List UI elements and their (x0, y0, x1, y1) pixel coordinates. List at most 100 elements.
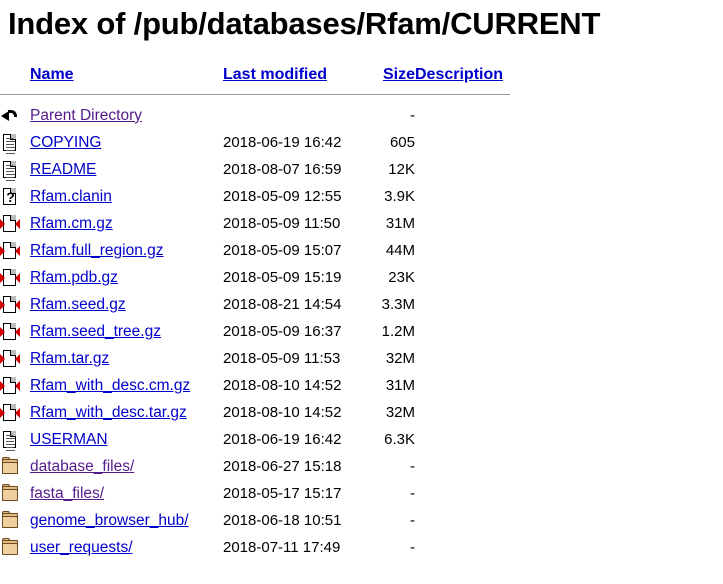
entry-link[interactable]: COPYING (30, 134, 101, 151)
row-name-cell[interactable]: Parent Directory (30, 102, 223, 129)
row-icon-cell (0, 399, 30, 426)
row-name-cell[interactable]: Rfam_with_desc.tar.gz (30, 399, 223, 426)
row-last-modified-cell: 2018-08-10 14:52 (223, 404, 342, 421)
entry-link[interactable]: user_requests/ (30, 539, 133, 556)
row-last-modified-cell: 2018-05-09 12:55 (223, 188, 342, 205)
folder-icon (0, 483, 21, 505)
row-icon-cell (0, 453, 30, 480)
text-file-icon (0, 159, 21, 181)
sort-by-description-link[interactable]: Description (415, 66, 503, 83)
row-last-modified-cell (223, 102, 373, 129)
entry-link[interactable]: USERMAN (30, 431, 108, 448)
header-icon-spacer (0, 60, 30, 90)
row-description-cell (415, 156, 515, 183)
column-header-size[interactable]: Size (373, 60, 415, 90)
entry-link[interactable]: Rfam.pdb.gz (30, 269, 118, 286)
row-name-cell[interactable]: README (30, 156, 223, 183)
row-name-cell[interactable]: database_files/ (30, 453, 223, 480)
entry-link[interactable]: Rfam.seed.gz (30, 296, 126, 313)
compressed-file-icon (0, 348, 21, 370)
header-divider-cell (0, 90, 515, 102)
sort-by-size-link[interactable]: Size (383, 66, 415, 83)
entry-link[interactable]: Rfam_with_desc.cm.gz (30, 377, 190, 394)
row-description-cell (415, 102, 515, 129)
compressed-file-icon (0, 267, 21, 289)
row-name-cell[interactable]: COPYING (30, 129, 223, 156)
row-size-cell: 12K (388, 161, 415, 178)
column-header-description[interactable]: Description (415, 60, 515, 90)
row-size-cell: 1.2M (381, 323, 415, 340)
entry-link[interactable]: database_files/ (30, 458, 134, 475)
header-divider-row (0, 90, 515, 102)
table-row: Rfam.cm.gz 2018-05-09 11:50 31M (0, 210, 515, 237)
back-icon (0, 105, 21, 127)
row-name-cell[interactable]: Rfam.clanin (30, 183, 223, 210)
row-name-cell[interactable]: USERMAN (30, 426, 223, 453)
row-size-cell: 32M (385, 404, 415, 421)
entry-link[interactable]: Rfam.tar.gz (30, 350, 109, 367)
row-last-modified-cell: 2018-06-18 10:51 (223, 512, 342, 529)
row-name-cell[interactable]: user_requests/ (30, 534, 223, 561)
row-size-cell: - (410, 107, 415, 124)
row-last-modified-cell: 2018-06-27 15:18 (223, 458, 342, 475)
row-icon-cell (0, 102, 30, 129)
row-name-cell[interactable]: Rfam.pdb.gz (30, 264, 223, 291)
row-description-cell (415, 372, 515, 399)
table-row: README 2018-08-07 16:59 12K (0, 156, 515, 183)
row-name-cell[interactable]: Rfam.cm.gz (30, 210, 223, 237)
table-header-row: Name Last modified Size Description (0, 60, 515, 90)
row-last-modified-cell: 2018-05-17 15:17 (223, 485, 342, 502)
entry-link[interactable]: Rfam.clanin (30, 188, 112, 205)
column-header-last-modified[interactable]: Last modified (223, 60, 373, 90)
row-size-cell: - (410, 539, 415, 556)
row-name-cell[interactable]: fasta_files/ (30, 480, 223, 507)
row-description-cell (415, 318, 515, 345)
compressed-file-icon (0, 321, 21, 343)
row-name-cell[interactable]: Rfam_with_desc.cm.gz (30, 372, 223, 399)
row-name-cell[interactable]: Rfam.seed.gz (30, 291, 223, 318)
row-size-cell: 31M (385, 377, 415, 394)
page-title: Index of /pub/databases/Rfam/CURRENT (8, 6, 601, 41)
text-file-icon (0, 429, 21, 451)
table-row: USERMAN 2018-06-19 16:42 6.3K (0, 426, 515, 453)
entry-link[interactable]: Rfam_with_desc.tar.gz (30, 404, 187, 421)
column-header-name[interactable]: Name (30, 60, 223, 90)
row-name-cell[interactable]: Rfam.full_region.gz (30, 237, 223, 264)
row-icon-cell (0, 156, 30, 183)
row-last-modified-cell: 2018-08-07 16:59 (223, 161, 342, 178)
table-row: database_files/2018-06-27 15:18 - (0, 453, 515, 480)
entry-link[interactable]: Rfam.full_region.gz (30, 242, 164, 259)
entry-link[interactable]: fasta_files/ (30, 485, 104, 502)
entry-link[interactable]: Parent Directory (30, 107, 142, 124)
unknown-file-icon: ? (0, 186, 21, 208)
row-size-cell: 23K (388, 269, 415, 286)
row-description-cell (415, 507, 515, 534)
row-size-cell: 3.3M (381, 296, 415, 313)
table-row: Rfam.pdb.gz 2018-05-09 15:19 23K (0, 264, 515, 291)
row-description-cell (415, 426, 515, 453)
table-row: Rfam.seed.gz 2018-08-21 14:54 3.3M (0, 291, 515, 318)
row-name-cell[interactable]: Rfam.tar.gz (30, 345, 223, 372)
sort-by-date-link[interactable]: Last modified (223, 66, 327, 83)
row-icon-cell (0, 129, 30, 156)
entry-link[interactable]: Rfam.cm.gz (30, 215, 113, 232)
entry-link[interactable]: genome_browser_hub/ (30, 512, 189, 529)
sort-by-name-link[interactable]: Name (30, 66, 74, 83)
table-row: ? Rfam.clanin 2018-05-09 12:55 3.9K (0, 183, 515, 210)
entry-link[interactable]: README (30, 161, 96, 178)
row-description-cell (415, 399, 515, 426)
row-icon-cell (0, 345, 30, 372)
entry-link[interactable]: Rfam.seed_tree.gz (30, 323, 161, 340)
row-name-cell[interactable]: Rfam.seed_tree.gz (30, 318, 223, 345)
table-row: genome_browser_hub/2018-06-18 10:51 - (0, 507, 515, 534)
row-description-cell (415, 453, 515, 480)
table-row: COPYING 2018-06-19 16:42 605 (0, 129, 515, 156)
row-last-modified-cell: 2018-05-09 15:07 (223, 242, 342, 259)
folder-icon (0, 456, 21, 478)
row-icon-cell (0, 372, 30, 399)
row-icon-cell (0, 318, 30, 345)
row-size-cell: 44M (385, 242, 415, 259)
row-last-modified-cell: 2018-08-21 14:54 (223, 296, 342, 313)
row-name-cell[interactable]: genome_browser_hub/ (30, 507, 223, 534)
table-row: user_requests/2018-07-11 17:49 - (0, 534, 515, 561)
